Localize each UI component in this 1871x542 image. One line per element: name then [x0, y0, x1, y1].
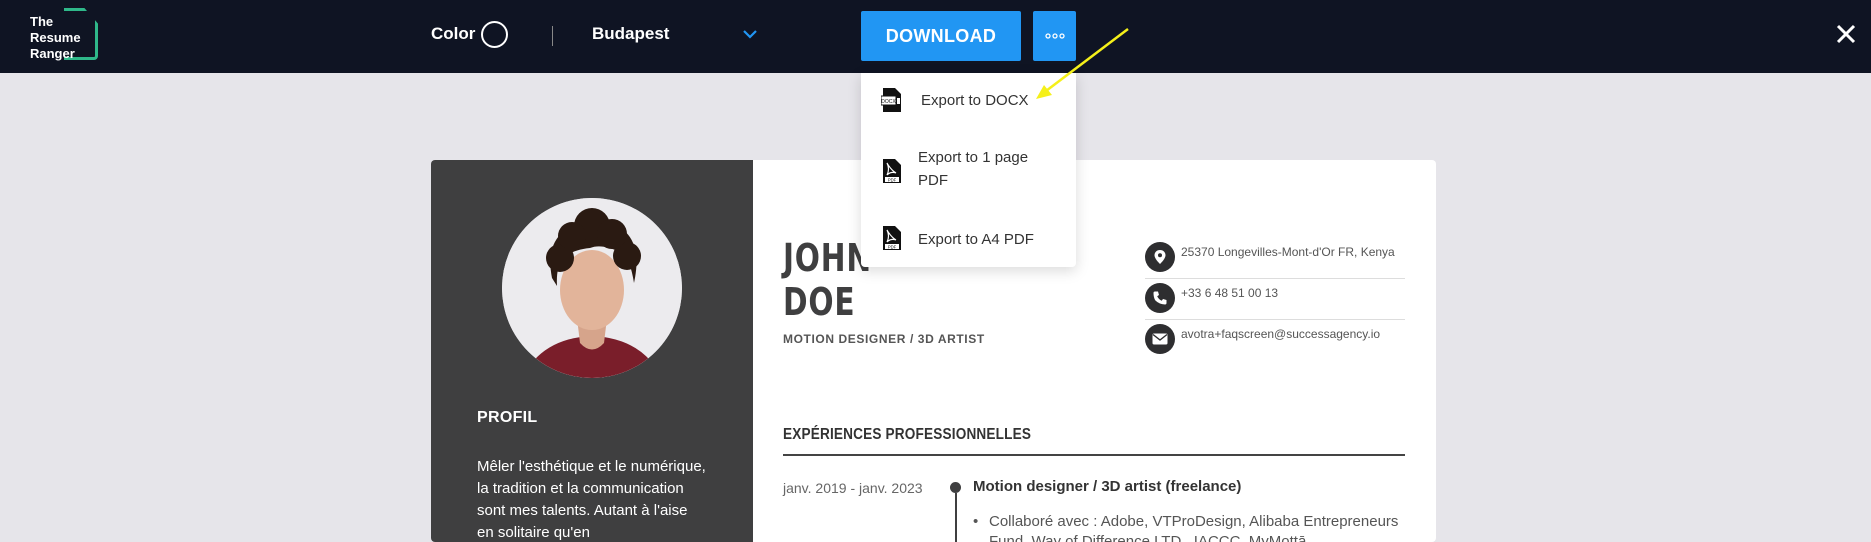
timeline-dot — [950, 482, 961, 493]
contact-block: 25370 Longevilles-Mont-d'Or FR, Kenya +3… — [1145, 238, 1405, 360]
color-label: Color — [431, 24, 476, 43]
menu-item-label: Export to 1 page PDF — [918, 149, 1029, 189]
experience-date: janv. 2019 - janv. 2023 — [783, 480, 923, 496]
experience-heading: EXPÉRIENCES PROFESSIONNELLES — [783, 426, 1032, 443]
logo-text: The Resume Ranger — [30, 14, 81, 61]
experience-role: Motion designer / 3D artist (freelance) — [973, 478, 1242, 495]
toolbar-divider — [552, 26, 553, 46]
top-toolbar: The Resume Ranger Color Budapest DOWNLOA… — [0, 0, 1871, 73]
chevron-down-icon[interactable] — [742, 28, 758, 40]
svg-text:PDF: PDF — [888, 244, 897, 249]
contact-phone-text: +33 6 48 51 00 13 — [1181, 286, 1279, 300]
color-picker-swatch[interactable] — [481, 21, 508, 48]
candidate-name: JOHN DOE — [783, 236, 872, 324]
profile-photo — [502, 198, 682, 378]
annotation-arrow-icon — [1036, 28, 1129, 99]
resume-sidebar: PROFIL Mêler l'esthétique et le numériqu… — [431, 160, 753, 542]
pdf-file-icon: PDF — [883, 159, 901, 183]
section-divider — [783, 454, 1405, 456]
candidate-last-name: DOE — [783, 280, 856, 324]
avatar-portrait-icon — [502, 198, 682, 378]
contact-email-text: avotra+faqscreen@successagency.io — [1181, 327, 1381, 341]
menu-item-label: Export to DOCX — [921, 92, 1029, 109]
phone-icon — [1145, 283, 1175, 313]
app-logo[interactable]: The Resume Ranger — [28, 8, 100, 64]
candidate-first-name: JOHN — [783, 236, 872, 280]
experience-bullet: Collaboré avec : Adobe, VTProDesign, Ali… — [973, 512, 1429, 542]
menu-item-export-1page-pdf[interactable]: PDF Export to 1 page PDF — [861, 146, 1076, 192]
profile-text: Mêler l'esthétique et le numérique, la t… — [477, 458, 706, 541]
contact-address: 25370 Longevilles-Mont-d'Or FR, Kenya — [1145, 238, 1405, 279]
docx-file-icon: DOCX — [881, 88, 901, 112]
candidate-job-title: MOTION DESIGNER / 3D ARTIST — [783, 332, 985, 346]
contact-email: avotra+faqscreen@successagency.io — [1145, 320, 1405, 360]
contact-phone: +33 6 48 51 00 13 — [1145, 279, 1405, 320]
download-button[interactable]: DOWNLOAD — [861, 11, 1021, 61]
svg-text:DOCX: DOCX — [881, 99, 896, 105]
svg-text:PDF: PDF — [888, 177, 897, 182]
close-icon[interactable] — [1834, 22, 1858, 46]
pdf-file-icon: PDF — [883, 226, 901, 250]
timeline-line — [955, 493, 957, 542]
template-selector-value[interactable]: Budapest — [592, 24, 669, 44]
location-pin-icon — [1145, 242, 1175, 272]
mail-icon — [1145, 324, 1175, 354]
profile-heading: PROFIL — [477, 409, 538, 426]
contact-address-text: 25370 Longevilles-Mont-d'Or FR, Kenya — [1181, 245, 1395, 259]
menu-item-export-a4-pdf[interactable]: PDF Export to A4 PDF — [861, 225, 1076, 253]
menu-item-label: Export to A4 PDF — [918, 231, 1034, 248]
